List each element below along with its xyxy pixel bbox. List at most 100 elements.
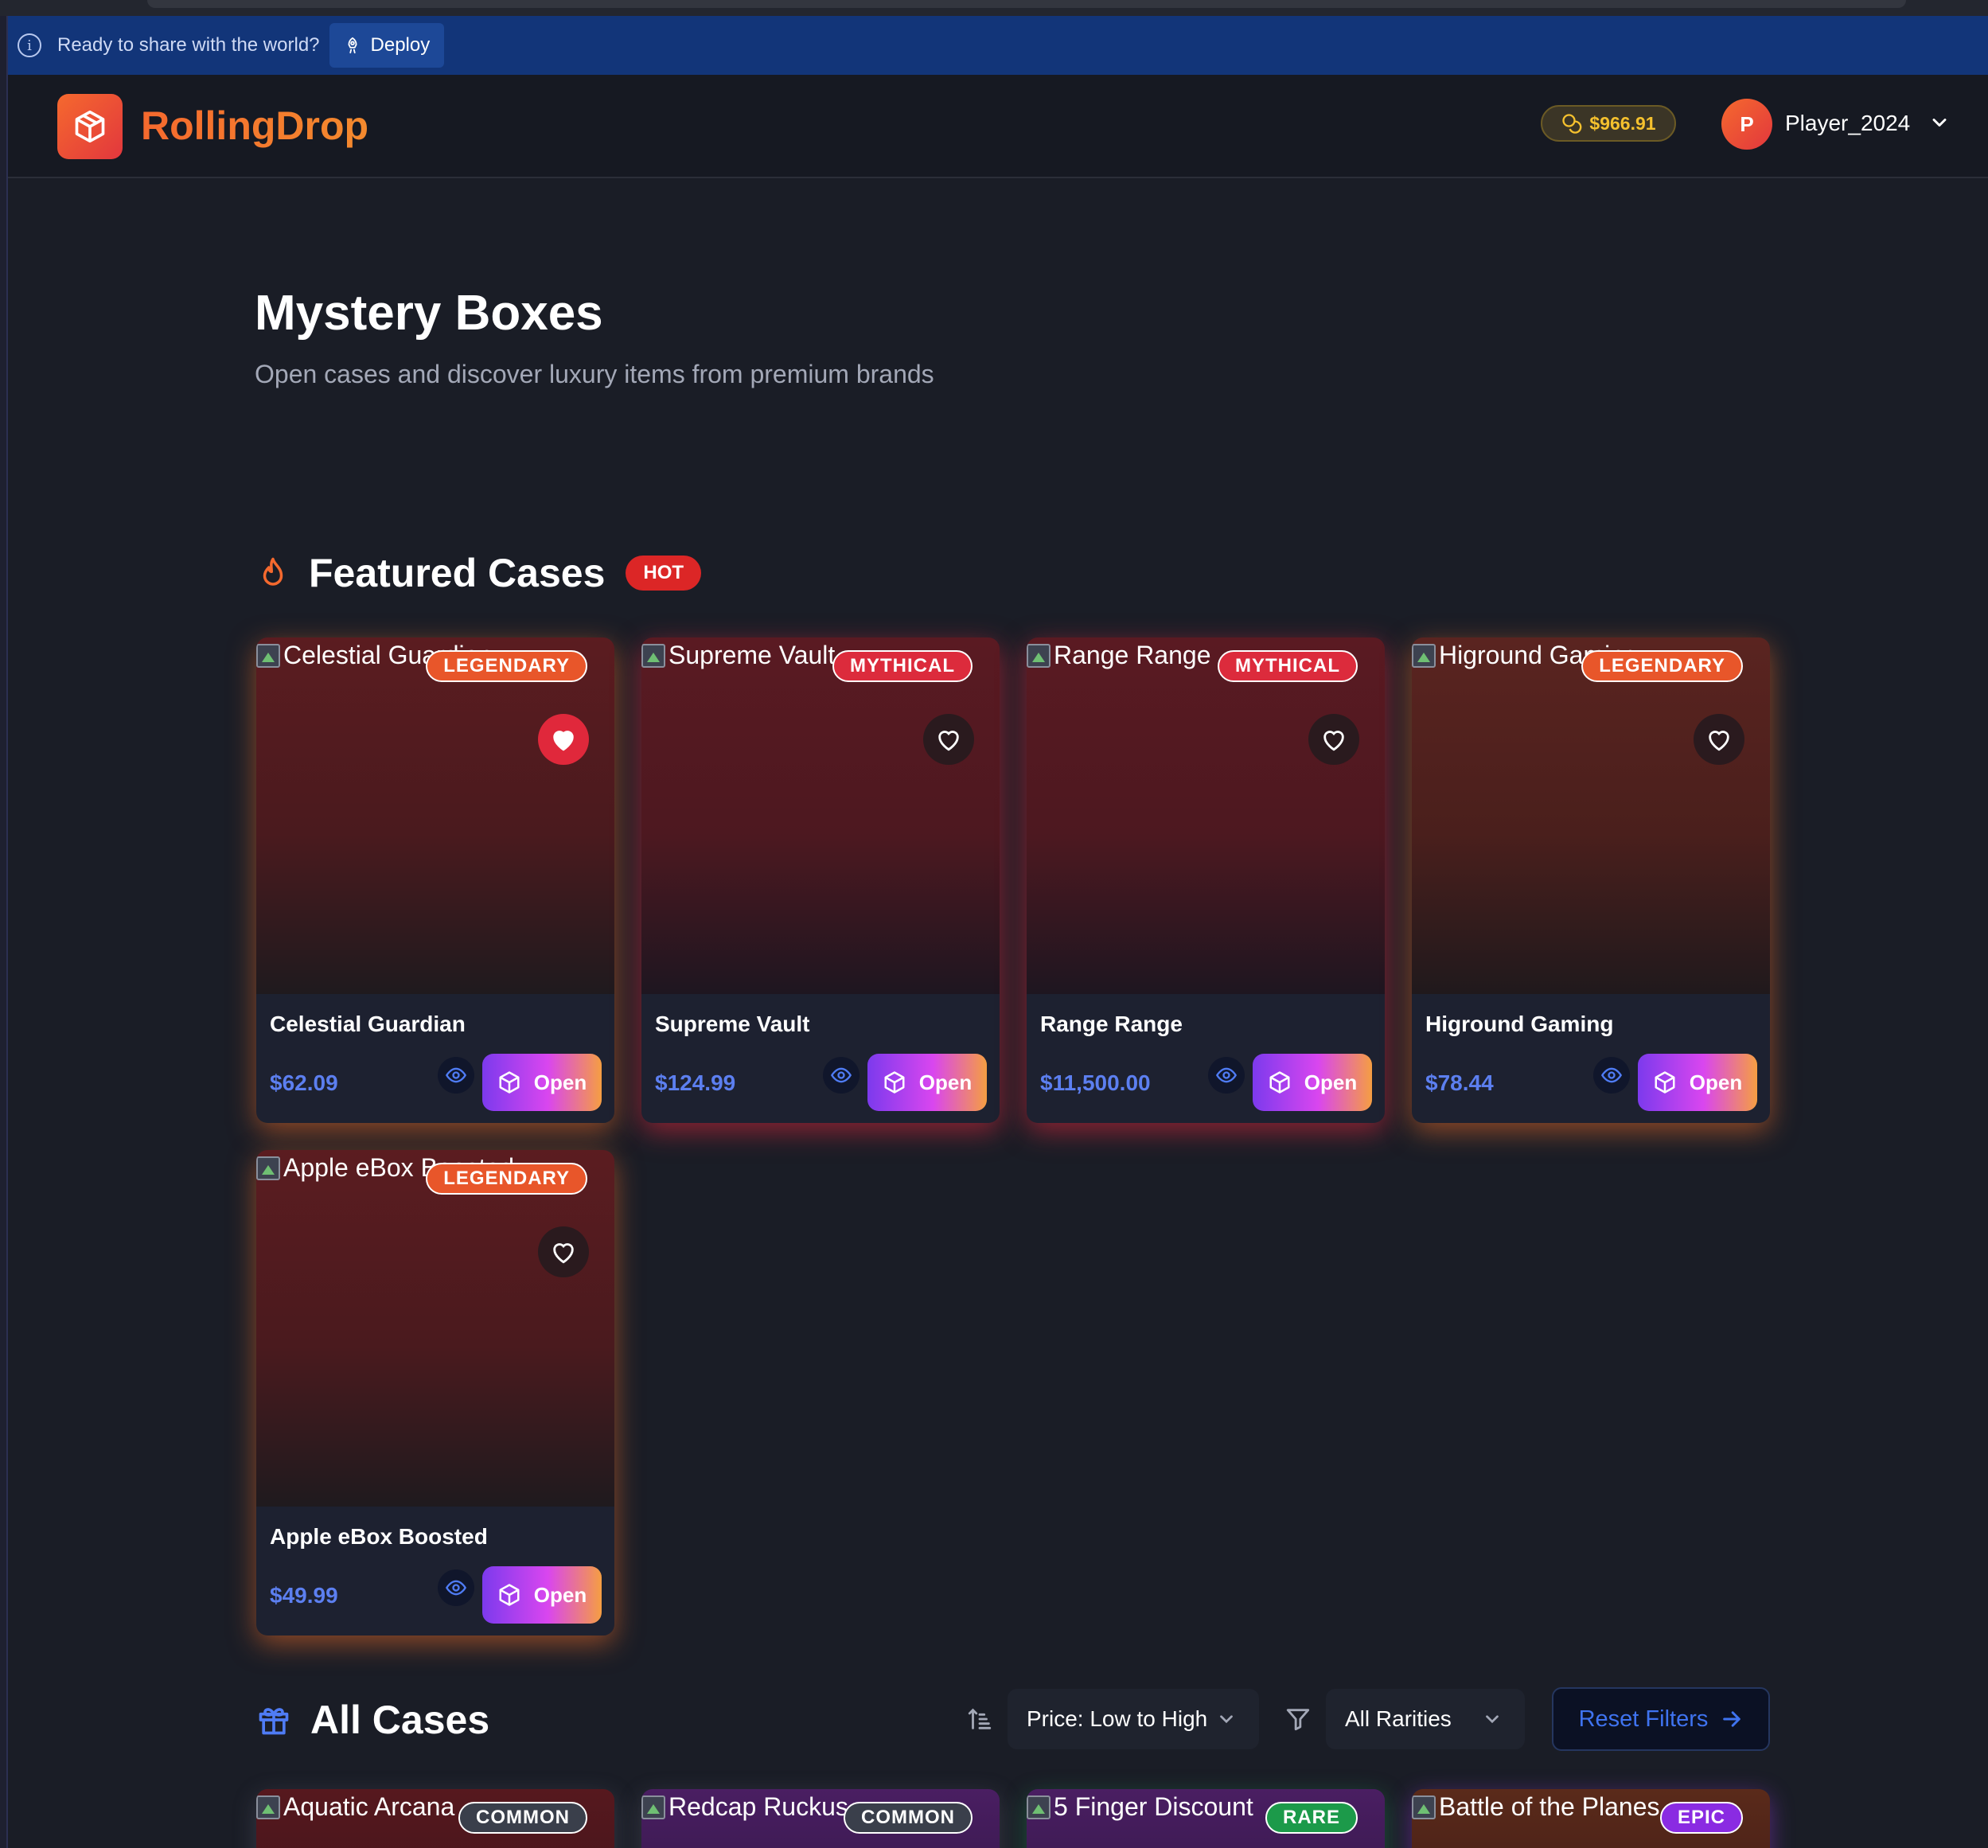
broken-image-icon	[641, 643, 665, 668]
rarity-select[interactable]: All Rarities	[1326, 1689, 1525, 1749]
case-name: Apple eBox Boosted	[270, 1524, 488, 1549]
case-card[interactable]: Supreme Vault MYTHICAL Supreme Vault $12…	[641, 637, 1000, 1123]
chevron-down-icon	[1220, 1715, 1233, 1724]
username[interactable]: Player_2024	[1785, 111, 1910, 136]
favorite-button[interactable]	[923, 714, 974, 765]
rarity-badge: EPIC	[1659, 1802, 1743, 1834]
broken-image-icon	[1027, 1795, 1051, 1819]
all-cases-title: All Cases	[310, 1698, 490, 1742]
broken-image-icon	[256, 643, 280, 668]
broken-image-icon	[641, 1795, 665, 1819]
case-image-alt: Aquatic Arcana	[256, 1792, 454, 1822]
case-image	[1412, 637, 1770, 994]
sort-select[interactable]: Price: Low to High	[1008, 1689, 1259, 1749]
rarity-badge: MYTHICAL	[1218, 650, 1358, 682]
page-subtitle: Open cases and discover luxury items fro…	[255, 360, 934, 388]
case-name: Higround Gaming	[1425, 1012, 1614, 1036]
open-label: Open	[1304, 1070, 1358, 1094]
rarity-badge: MYTHICAL	[832, 650, 973, 682]
rarity-badge: COMMON	[458, 1802, 587, 1834]
page-title: Mystery Boxes	[255, 286, 603, 341]
box-icon	[499, 1584, 520, 1606]
box-icon	[499, 1071, 520, 1094]
heart-icon	[553, 731, 574, 751]
favorite-button[interactable]	[538, 714, 589, 765]
deploy-button[interactable]: Deploy	[329, 23, 445, 68]
balance-amount: $966.91	[1589, 112, 1656, 134]
eye-icon	[1600, 1067, 1623, 1083]
case-card[interactable]: Celestial Guardian LEGENDARY Celestial G…	[256, 637, 614, 1123]
case-name: Celestial Guardian	[270, 1012, 466, 1036]
open-button[interactable]: Open	[867, 1054, 987, 1111]
case-image	[256, 637, 614, 994]
filter-icon[interactable]	[1284, 1706, 1312, 1733]
app-header: RollingDrop $966.91 P Player_2024	[8, 75, 1988, 178]
case-card[interactable]: Aquatic Arcana COMMON	[256, 1789, 614, 1848]
view-button[interactable]	[1593, 1057, 1630, 1094]
heart-icon	[553, 1243, 574, 1264]
case-image-alt: Battle of the Planes	[1412, 1792, 1660, 1822]
cube-icon	[75, 110, 105, 143]
broken-image-icon	[1027, 643, 1051, 668]
deploy-label: Deploy	[370, 34, 431, 56]
browser-tab-bar	[147, 0, 1906, 8]
hot-badge: HOT	[626, 556, 702, 591]
rarity-badge: RARE	[1265, 1802, 1358, 1834]
rarity-badge: COMMON	[844, 1802, 973, 1834]
open-button[interactable]: Open	[1253, 1054, 1372, 1111]
heart-icon	[938, 731, 959, 751]
case-price: $11,500.00	[1040, 1070, 1151, 1095]
open-button[interactable]: Open	[482, 1566, 602, 1624]
view-button[interactable]	[823, 1057, 860, 1094]
broken-image-icon	[1412, 1795, 1436, 1819]
case-card[interactable]: Apple eBox Boosted LEGENDARY Apple eBox …	[256, 1150, 614, 1636]
rarity-badge: LEGENDARY	[426, 1163, 587, 1195]
rarity-value: All Rarities	[1345, 1706, 1452, 1731]
case-card[interactable]: Battle of the Planes EPIC	[1412, 1789, 1770, 1848]
rocket-icon	[348, 37, 357, 54]
case-image-alt: Range Range	[1027, 641, 1210, 670]
gift-icon	[259, 1708, 289, 1735]
reset-label: Reset Filters	[1578, 1706, 1709, 1732]
favorite-button[interactable]	[1308, 714, 1359, 765]
brand-name[interactable]: RollingDrop	[141, 103, 368, 149]
all-cases-section-header: All Cases	[256, 1692, 489, 1748]
broken-image-icon	[1412, 643, 1436, 668]
case-image	[1027, 637, 1385, 994]
avatar[interactable]: P	[1721, 99, 1772, 150]
reset-filters-button[interactable]: Reset Filters	[1552, 1687, 1770, 1751]
heart-icon	[1323, 731, 1344, 751]
sort-ascending-icon[interactable]	[966, 1706, 993, 1733]
rarity-badge: LEGENDARY	[1581, 650, 1743, 682]
open-button[interactable]: Open	[1638, 1054, 1757, 1111]
balance-badge[interactable]: $966.91	[1541, 105, 1676, 142]
view-button[interactable]	[438, 1569, 474, 1606]
open-button[interactable]: Open	[482, 1054, 602, 1111]
chevron-down-icon	[1486, 1715, 1499, 1724]
view-button[interactable]	[438, 1057, 474, 1094]
favorite-button[interactable]	[1694, 714, 1744, 765]
open-label: Open	[533, 1582, 587, 1607]
browser-top-strip	[0, 0, 1988, 16]
box-icon	[1655, 1071, 1675, 1094]
eye-icon	[445, 1580, 467, 1596]
featured-title: Featured Cases	[309, 551, 606, 595]
left-edge	[0, 16, 8, 1848]
favorite-button[interactable]	[538, 1226, 589, 1277]
logo[interactable]	[57, 94, 123, 159]
case-card[interactable]: Higround Gaming LEGENDARY Higround Gamin…	[1412, 637, 1770, 1123]
case-card[interactable]: 5 Finger Discount RARE	[1027, 1789, 1385, 1848]
heart-icon	[1709, 731, 1729, 751]
chevron-down-icon[interactable]	[1928, 111, 1951, 134]
box-icon	[884, 1071, 905, 1094]
eye-icon	[1215, 1067, 1238, 1083]
rarity-badge: LEGENDARY	[426, 650, 587, 682]
case-card[interactable]: Range Range MYTHICAL Range Range $11,500…	[1027, 637, 1385, 1123]
case-image-alt: 5 Finger Discount	[1027, 1792, 1253, 1822]
case-card[interactable]: Redcap Ruckus COMMON	[641, 1789, 1000, 1848]
broken-image-icon	[256, 1795, 280, 1819]
sort-value: Price: Low to High	[1027, 1706, 1208, 1731]
view-button[interactable]	[1208, 1057, 1245, 1094]
info-icon: i	[18, 33, 41, 57]
open-label: Open	[533, 1070, 587, 1094]
